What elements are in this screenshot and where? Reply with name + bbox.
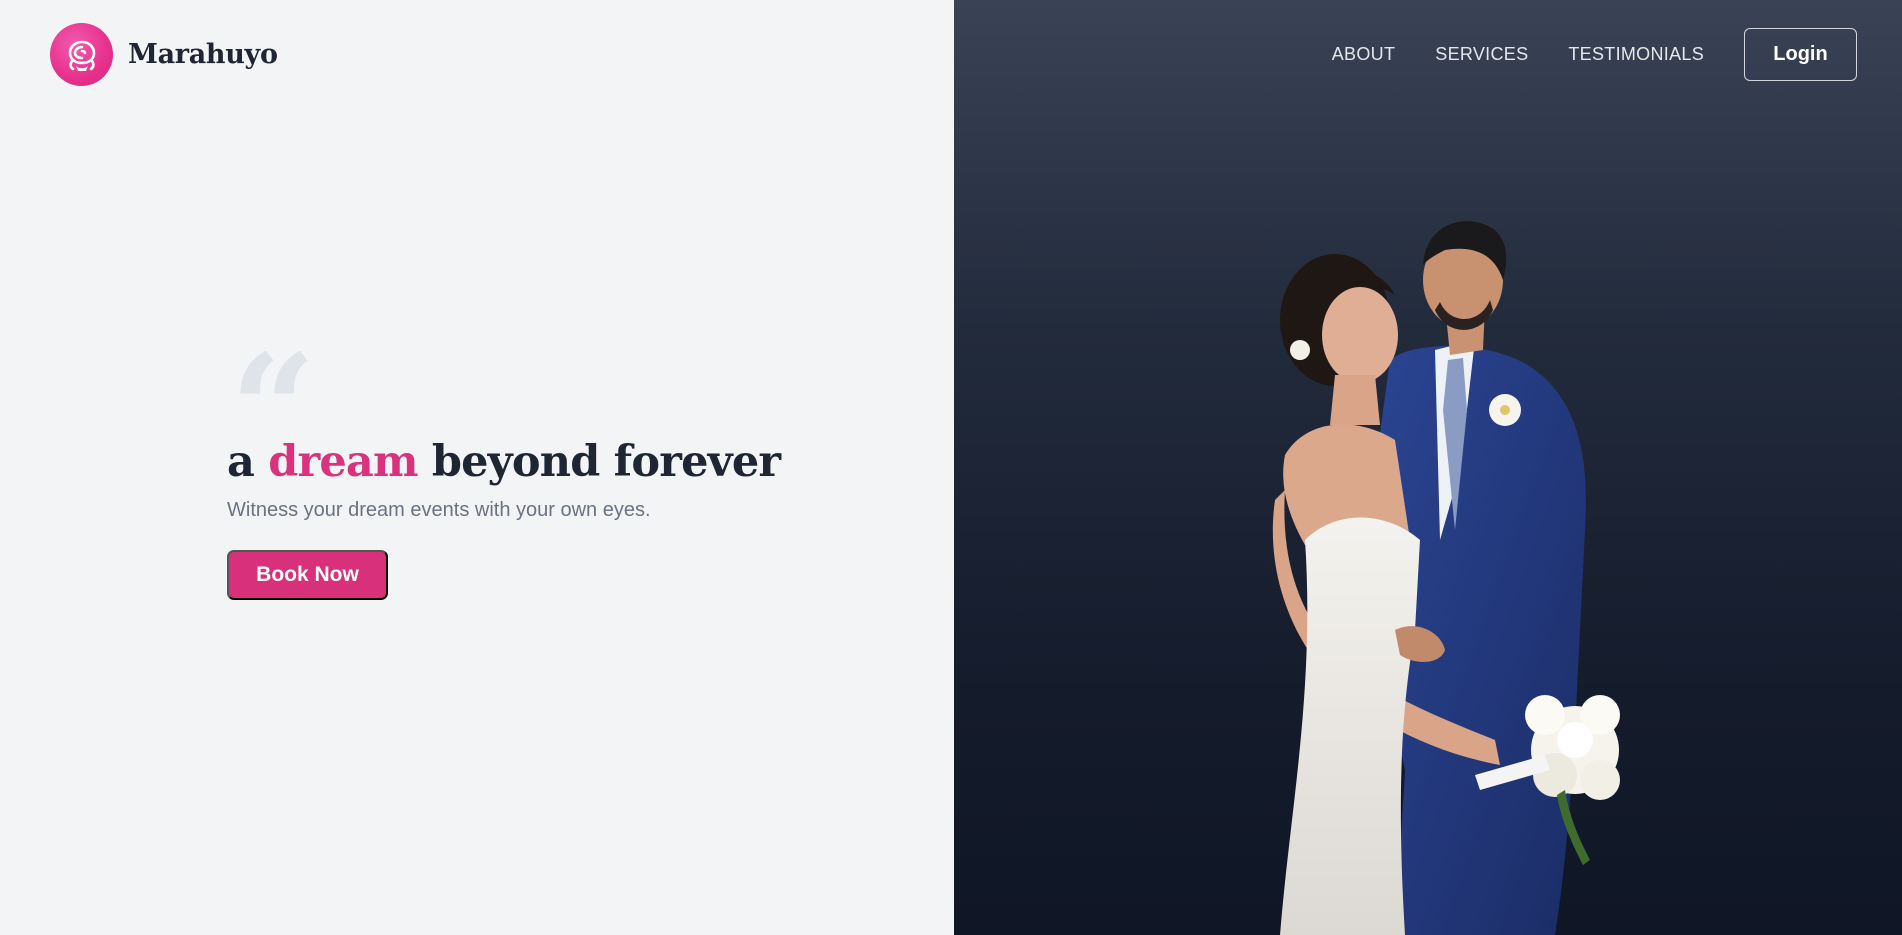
- brand-name: Marahuyo: [128, 39, 278, 70]
- headline-accent: dream: [268, 437, 418, 487]
- brand[interactable]: Marahuyo: [50, 23, 278, 86]
- headline-part-1: a: [227, 437, 269, 487]
- hero-headline: a dream beyond forever: [227, 437, 781, 487]
- login-button[interactable]: Login: [1744, 28, 1857, 81]
- book-now-button[interactable]: Book Now: [227, 550, 388, 600]
- hero-subtitle: Witness your dream events with your own …: [227, 499, 651, 521]
- headline-part-2: beyond forever: [417, 437, 781, 487]
- nav-link-about[interactable]: ABOUT: [1332, 44, 1396, 65]
- rose-icon: [50, 23, 113, 86]
- couple-photo: [1272, 221, 1620, 935]
- quote-icon: “: [230, 322, 317, 498]
- nav-link-testimonials[interactable]: TESTIMONIALS: [1568, 44, 1704, 65]
- top-nav: ABOUT SERVICES TESTIMONIALS Login: [1332, 28, 1857, 81]
- nav-link-services[interactable]: SERVICES: [1435, 44, 1528, 65]
- hero: “ a dream beyond forever Witness your dr…: [227, 322, 781, 600]
